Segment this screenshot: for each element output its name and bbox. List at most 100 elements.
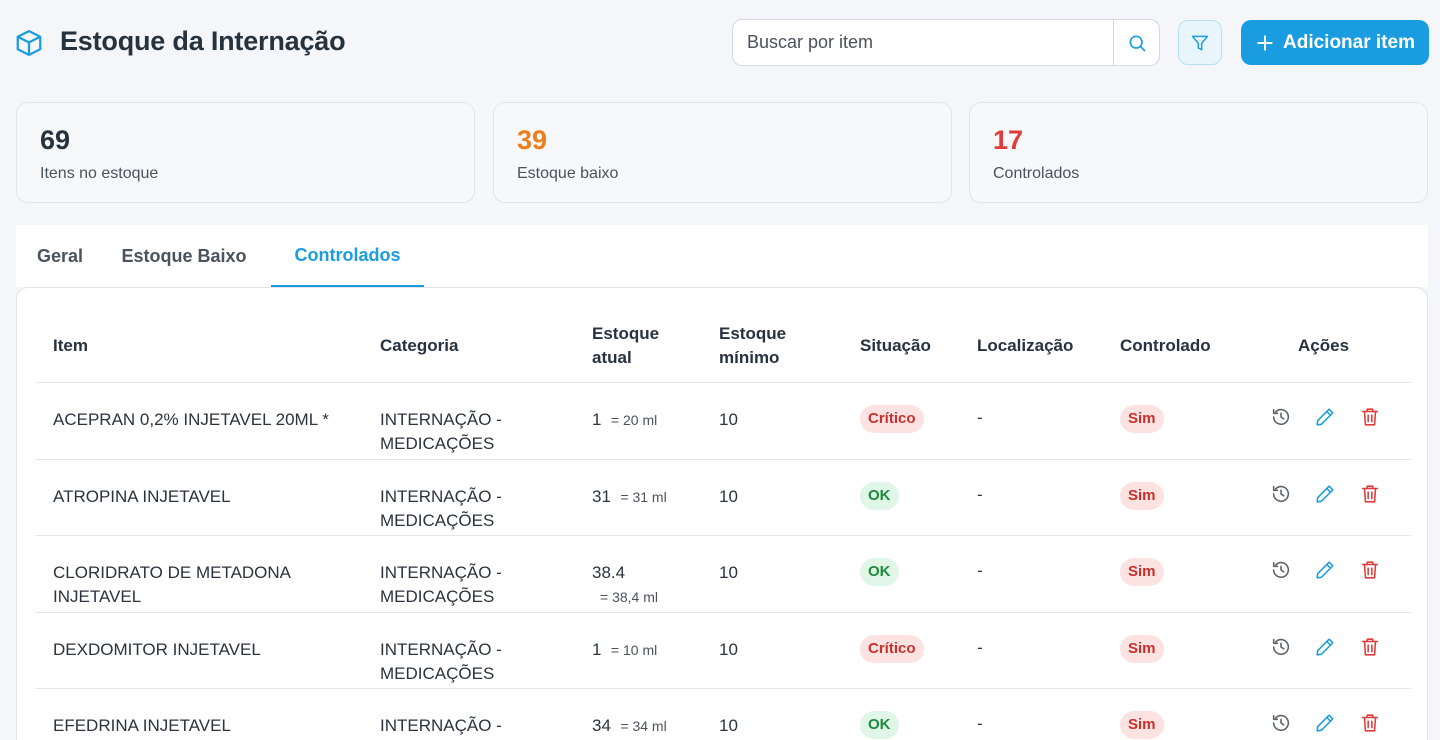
estoque-atual-number: 38.4 (592, 563, 626, 582)
localizacao-value: - (977, 637, 983, 657)
column-header-categoria: Categoria (380, 336, 459, 355)
estoque-minimo-value: 10 (719, 410, 738, 429)
categoria: INTERNAÇÃO - MEDICAÇÕES (380, 561, 502, 609)
estoque-atual-number: 34 (592, 716, 611, 735)
delete-icon[interactable] (1359, 636, 1381, 658)
status-badge: Crítico (860, 634, 924, 663)
delete-icon[interactable] (1359, 559, 1381, 581)
edit-icon[interactable] (1314, 559, 1336, 581)
item-name-line: EFEDRINA INJETAVEL (53, 716, 231, 735)
edit-icon[interactable] (1314, 406, 1336, 428)
item-name: ACEPRAN 0,2% INJETAVEL 20ML * (53, 408, 329, 432)
categoria: INTERNAÇÃO - MEDICAÇÕES (380, 638, 502, 686)
categoria-line: MEDICAÇÕES (380, 663, 495, 683)
history-icon[interactable] (1270, 559, 1292, 581)
history-icon[interactable] (1270, 406, 1292, 428)
estoque-atual-unit: = 34 ml (620, 718, 667, 734)
history-icon[interactable] (1270, 483, 1292, 505)
delete-icon[interactable] (1359, 406, 1381, 428)
inventory-table: Item Categoria Estoque atual Estoque mín… (16, 287, 1428, 740)
page-title: Estoque da Internação (60, 26, 346, 56)
delete-icon[interactable] (1359, 483, 1381, 505)
filter-button[interactable] (1178, 20, 1222, 65)
controlado-badge: Sim (1120, 481, 1164, 510)
table-row[interactable]: EFEDRINA INJETAVEL INTERNAÇÃO -MEDICAÇÕES… (17, 689, 1427, 740)
plus-icon (1257, 34, 1273, 51)
table-row[interactable]: ATROPINA INJETAVEL INTERNAÇÃO - MEDICAÇÕES… (17, 460, 1427, 536)
estoque-atual-value: 38.4 = 38,4 ml (592, 561, 658, 609)
search-box (732, 19, 1160, 66)
search-button[interactable] (1113, 20, 1159, 65)
estoque-atual-unit: = 20 ml (610, 412, 658, 428)
categoria-line: INTERNAÇÃO - (380, 410, 502, 429)
stat-card-controlled: 17 Controlados (969, 102, 1428, 203)
status-badge: OK (860, 558, 899, 586)
column-header-line: mínimo (719, 348, 780, 367)
item-name: DEXDOMITOR INJETAVEL (53, 638, 261, 662)
localizacao-value: - (977, 484, 983, 504)
column-header-situacao: Situação (860, 336, 931, 355)
edit-icon[interactable] (1314, 483, 1336, 505)
table-row[interactable]: CLORIDRATO DE METADONA INJETAVEL INTERNAÇÃ… (17, 536, 1427, 612)
categoria-line: MEDICAÇÕES (380, 434, 495, 453)
estoque-atual-number: 31 (592, 486, 611, 506)
search-icon (1129, 35, 1145, 51)
add-item-label: Adicionar item (1283, 31, 1415, 53)
tab-bar: Geral Estoque Baixo Controlados (16, 225, 1428, 287)
estoque-atual-value: 1 = 10 ml (592, 638, 657, 662)
column-header-localizacao: Localização (977, 336, 1074, 355)
add-item-button[interactable]: Adicionar item (1241, 20, 1429, 65)
search-input[interactable] (733, 20, 1113, 65)
column-header-acoes: Ações (1298, 336, 1350, 355)
tab-controlados[interactable]: Controlados (271, 225, 424, 287)
stat-value: 39 (517, 125, 548, 155)
localizacao-value: - (977, 561, 983, 580)
table-row[interactable]: ACEPRAN 0,2% INJETAVEL 20ML * INTERNAÇÃO … (17, 383, 1427, 459)
localizacao-value: - (977, 408, 983, 427)
edit-icon[interactable] (1314, 712, 1336, 734)
item-name-line: DEXDOMITOR INJETAVEL (53, 639, 261, 659)
stat-label: Itens no estoque (40, 165, 159, 182)
item-name: EFEDRINA INJETAVEL (53, 714, 231, 738)
column-header-estoque-minimo: Estoque mínimo (719, 322, 786, 370)
edit-icon[interactable] (1314, 636, 1336, 658)
delete-icon[interactable] (1359, 712, 1381, 734)
controlado-badge: Sim (1120, 558, 1164, 586)
estoque-atual-unit: = 31 ml (620, 488, 667, 505)
estoque-minimo-value: 10 (719, 716, 738, 735)
categoria: INTERNAÇÃO - MEDICAÇÕES (380, 408, 502, 456)
stat-label: Controlados (993, 165, 1080, 182)
history-icon[interactable] (1270, 636, 1292, 658)
tab-estoque-baixo[interactable]: Estoque Baixo (114, 225, 254, 287)
item-name: CLORIDRATO DE METADONA INJETAVEL (53, 561, 291, 609)
estoque-atual-value: 34 = 34 ml (592, 714, 667, 738)
estoque-minimo-value: 10 (719, 563, 738, 582)
estoque-minimo-value: 10 (719, 486, 738, 506)
item-name-line: INJETAVEL (53, 587, 142, 606)
categoria: INTERNAÇÃO - MEDICAÇÕES (380, 485, 502, 533)
estoque-atual-unit: = 38,4 ml (600, 589, 658, 605)
categoria-line: INTERNAÇÃO - (380, 639, 502, 659)
stat-card-total: 69 Itens no estoque (16, 102, 475, 203)
status-badge: OK (860, 711, 899, 739)
categoria-line: INTERNAÇÃO - (380, 563, 502, 582)
box-icon (16, 30, 42, 56)
stat-value: 17 (993, 125, 1024, 155)
controlado-badge: Sim (1120, 711, 1164, 739)
column-header-line: Estoque (719, 324, 787, 343)
page-header: Estoque da Internação Adicionar item (0, 0, 1440, 86)
categoria-line: MEDICAÇÕES (380, 510, 495, 530)
item-name-line: CLORIDRATO DE METADONA (53, 563, 292, 582)
column-header-item: Item (53, 336, 88, 355)
status-badge: OK (860, 481, 899, 510)
status-badge: Crítico (860, 405, 924, 433)
stat-card-low: 39 Estoque baixo (493, 102, 952, 203)
estoque-atual-number: 1 (592, 639, 602, 659)
column-header-line: atual (592, 348, 632, 367)
tab-geral[interactable]: Geral (16, 225, 104, 287)
history-icon[interactable] (1270, 712, 1292, 734)
controlado-badge: Sim (1120, 634, 1164, 663)
table-row[interactable]: DEXDOMITOR INJETAVEL INTERNAÇÃO - MEDICAÇÕ… (17, 613, 1427, 689)
estoque-atual-value: 31 = 31 ml (592, 485, 667, 509)
column-header-estoque-atual: Estoque atual (592, 322, 659, 370)
